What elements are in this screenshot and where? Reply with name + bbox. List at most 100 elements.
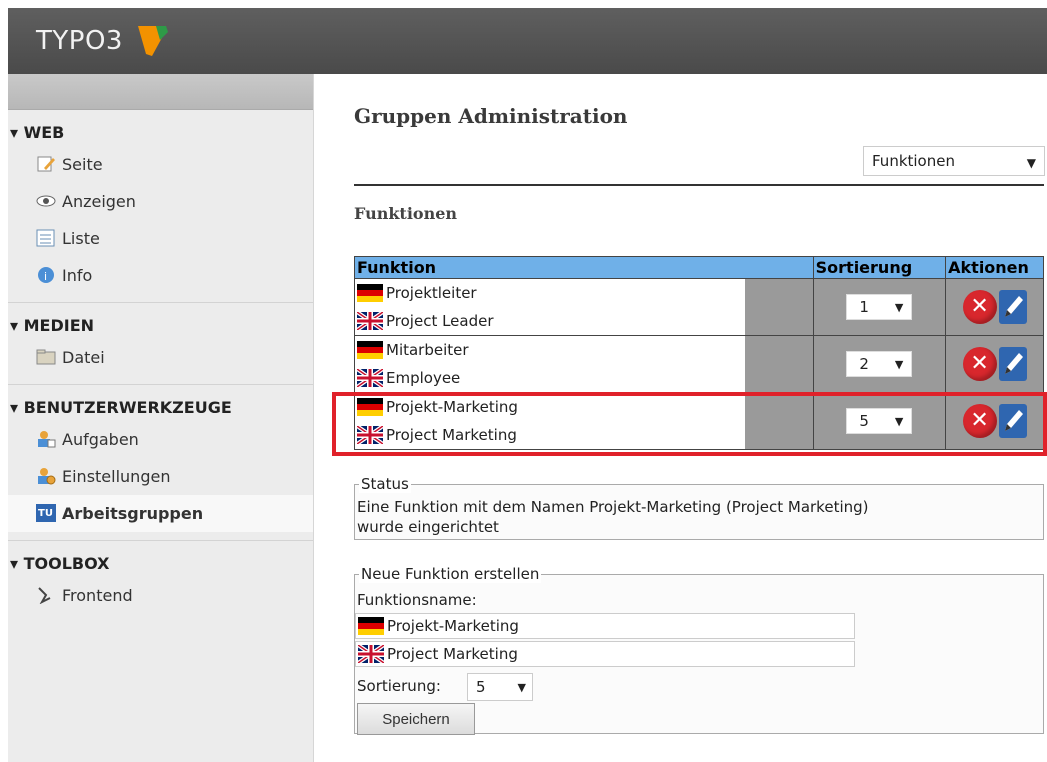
tu-logo-icon: TU xyxy=(36,504,56,522)
header-divider xyxy=(354,184,1044,186)
function-name-de-input[interactable]: Projekt-Marketing xyxy=(355,613,855,639)
uk-flag-icon xyxy=(357,312,383,330)
svg-text:i: i xyxy=(44,270,47,283)
function-name-en-text: Project Leader xyxy=(386,312,494,330)
page-title: Gruppen Administration xyxy=(354,104,628,128)
column-header-aktionen: Aktionen xyxy=(945,256,1044,279)
column-header-sortierung: Sortierung xyxy=(812,256,947,279)
frontend-icon xyxy=(38,587,51,604)
typo3-logo[interactable]: TYPO3 xyxy=(36,26,168,56)
new-sort-select[interactable]: 5 ▼ xyxy=(467,673,533,701)
sidebar-item-info[interactable]: i Info xyxy=(8,257,313,294)
table-row: Mitarbeiter Employee 2 ▼ ✕ xyxy=(354,335,1044,393)
info-icon: i xyxy=(38,267,54,283)
sidebar-item-datei[interactable]: Datei xyxy=(8,339,313,376)
highlight-box xyxy=(332,392,1047,456)
group-benutzerwerkzeuge: ▾ BENUTZERWERKZEUGE Aufgaben Einstellung… xyxy=(8,385,313,541)
group-toolbox: ▾ TOOLBOX Frontend xyxy=(8,541,313,622)
folder-icon xyxy=(36,349,56,365)
status-message: Eine Funktion mit dem Namen Projekt-Mark… xyxy=(357,497,1037,537)
group-title-web[interactable]: ▾ WEB xyxy=(8,120,313,146)
function-name-de-text: Projektleiter xyxy=(386,284,477,302)
sort-select[interactable]: 1 ▼ xyxy=(846,294,913,320)
view-select-value: Funktionen xyxy=(872,152,955,170)
delete-button[interactable]: ✕ xyxy=(962,347,997,381)
group-web: ▾ WEB Seite Anzeigen Liste i Info xyxy=(8,110,313,303)
chevron-down-icon: ▼ xyxy=(517,681,526,694)
function-name-de: Mitarbeiter xyxy=(355,336,745,364)
sort-select[interactable]: 2 ▼ xyxy=(846,351,913,377)
view-select[interactable]: Funktionen ▼ xyxy=(863,146,1045,176)
actions-cell: ✕ xyxy=(945,278,1044,336)
function-name-en: Project Leader xyxy=(355,307,745,335)
chevron-down-icon: ▼ xyxy=(1026,156,1036,170)
chevron-down-icon: ▼ xyxy=(894,301,904,314)
sidebar-item-label: Datei xyxy=(62,348,105,367)
function-name-en-text: Employee xyxy=(386,369,461,387)
uk-flag-icon xyxy=(357,369,383,387)
sidebar-item-seite[interactable]: Seite xyxy=(8,146,313,183)
status-legend: Status xyxy=(359,475,411,493)
table-header-row: Funktion Sortierung Aktionen xyxy=(354,256,1044,279)
function-name-cell: Projektleiter Project Leader xyxy=(354,278,814,336)
new-sort-value: 5 xyxy=(476,678,486,696)
sidebar-item-aufgaben[interactable]: Aufgaben xyxy=(8,421,313,458)
sort-cell: 2 ▼ xyxy=(812,335,947,393)
new-function-fieldset: Neue Funktion erstellen Funktionsname: P… xyxy=(354,565,1044,735)
sidebar-item-frontend[interactable]: Frontend xyxy=(8,577,313,614)
pencil-icon xyxy=(1004,296,1023,317)
page-edit-icon xyxy=(37,156,55,172)
chevron-down-icon: ▼ xyxy=(894,358,904,371)
edit-button[interactable] xyxy=(998,347,1027,381)
function-name-en: Employee xyxy=(355,364,745,392)
eye-icon xyxy=(36,195,56,207)
status-fieldset: Status Eine Funktion mit dem Namen Proje… xyxy=(354,475,1044,540)
table-row: Projektleiter Project Leader 1 ▼ ✕ xyxy=(354,278,1044,336)
pencil-icon xyxy=(1004,353,1023,374)
column-header-funktion: Funktion xyxy=(354,256,814,279)
function-name-box: Mitarbeiter Employee xyxy=(355,336,745,392)
sidebar-item-label: Arbeitsgruppen xyxy=(62,504,204,523)
german-flag-icon xyxy=(357,284,383,302)
group-title-medien[interactable]: ▾ MEDIEN xyxy=(8,313,313,339)
function-name-en-input[interactable]: Project Marketing xyxy=(355,641,855,667)
user-tasks-icon xyxy=(38,431,56,448)
sidebar-item-label: Seite xyxy=(62,155,103,174)
german-flag-icon xyxy=(357,341,383,359)
typo3-logo-icon xyxy=(138,26,168,56)
sidebar-item-label: Frontend xyxy=(62,586,133,605)
group-medien: ▾ MEDIEN Datei xyxy=(8,303,313,385)
svg-text:TU: TU xyxy=(38,508,53,519)
section-title: Funktionen xyxy=(354,204,458,223)
sidebar-header xyxy=(8,74,313,110)
function-name-box: Projektleiter Project Leader xyxy=(355,279,745,335)
list-icon xyxy=(36,229,55,247)
module-sidebar: ▾ WEB Seite Anzeigen Liste i Info ▾ MEDIE… xyxy=(8,74,314,762)
sort-select-value: 1 xyxy=(859,298,869,316)
status-line-2: wurde eingerichtet xyxy=(357,518,499,536)
sidebar-item-anzeigen[interactable]: Anzeigen xyxy=(8,183,313,220)
group-title-benutzerwerkzeuge[interactable]: ▾ BENUTZERWERKZEUGE xyxy=(8,395,313,421)
logo-text: TYPO3 xyxy=(36,26,123,56)
function-name-cell: Mitarbeiter Employee xyxy=(354,335,814,393)
sidebar-item-einstellungen[interactable]: Einstellungen xyxy=(8,458,313,495)
sort-cell: 1 ▼ xyxy=(812,278,947,336)
function-name-de: Projektleiter xyxy=(355,279,745,307)
main-content: Gruppen Administration Funktionen ▼ Funk… xyxy=(318,74,1047,762)
save-button[interactable]: Speichern xyxy=(357,703,475,735)
top-bar: TYPO3 xyxy=(8,8,1047,74)
actions-cell: ✕ xyxy=(945,335,1044,393)
uk-flag-icon xyxy=(358,645,384,663)
sidebar-item-arbeitsgruppen[interactable]: TU Arbeitsgruppen xyxy=(8,495,313,532)
delete-button[interactable]: ✕ xyxy=(962,290,997,324)
sidebar-item-label: Aufgaben xyxy=(62,430,139,449)
edit-button[interactable] xyxy=(998,290,1027,324)
sort-label: Sortierung: xyxy=(357,677,441,695)
sidebar-item-label: Info xyxy=(62,266,93,285)
function-name-de-text: Mitarbeiter xyxy=(386,341,469,359)
sort-select-value: 2 xyxy=(859,355,869,373)
group-title-toolbox[interactable]: ▾ TOOLBOX xyxy=(8,551,313,577)
function-name-label: Funktionsname: xyxy=(357,591,477,609)
function-name-de-value: Projekt-Marketing xyxy=(387,617,519,635)
sidebar-item-liste[interactable]: Liste xyxy=(8,220,313,257)
